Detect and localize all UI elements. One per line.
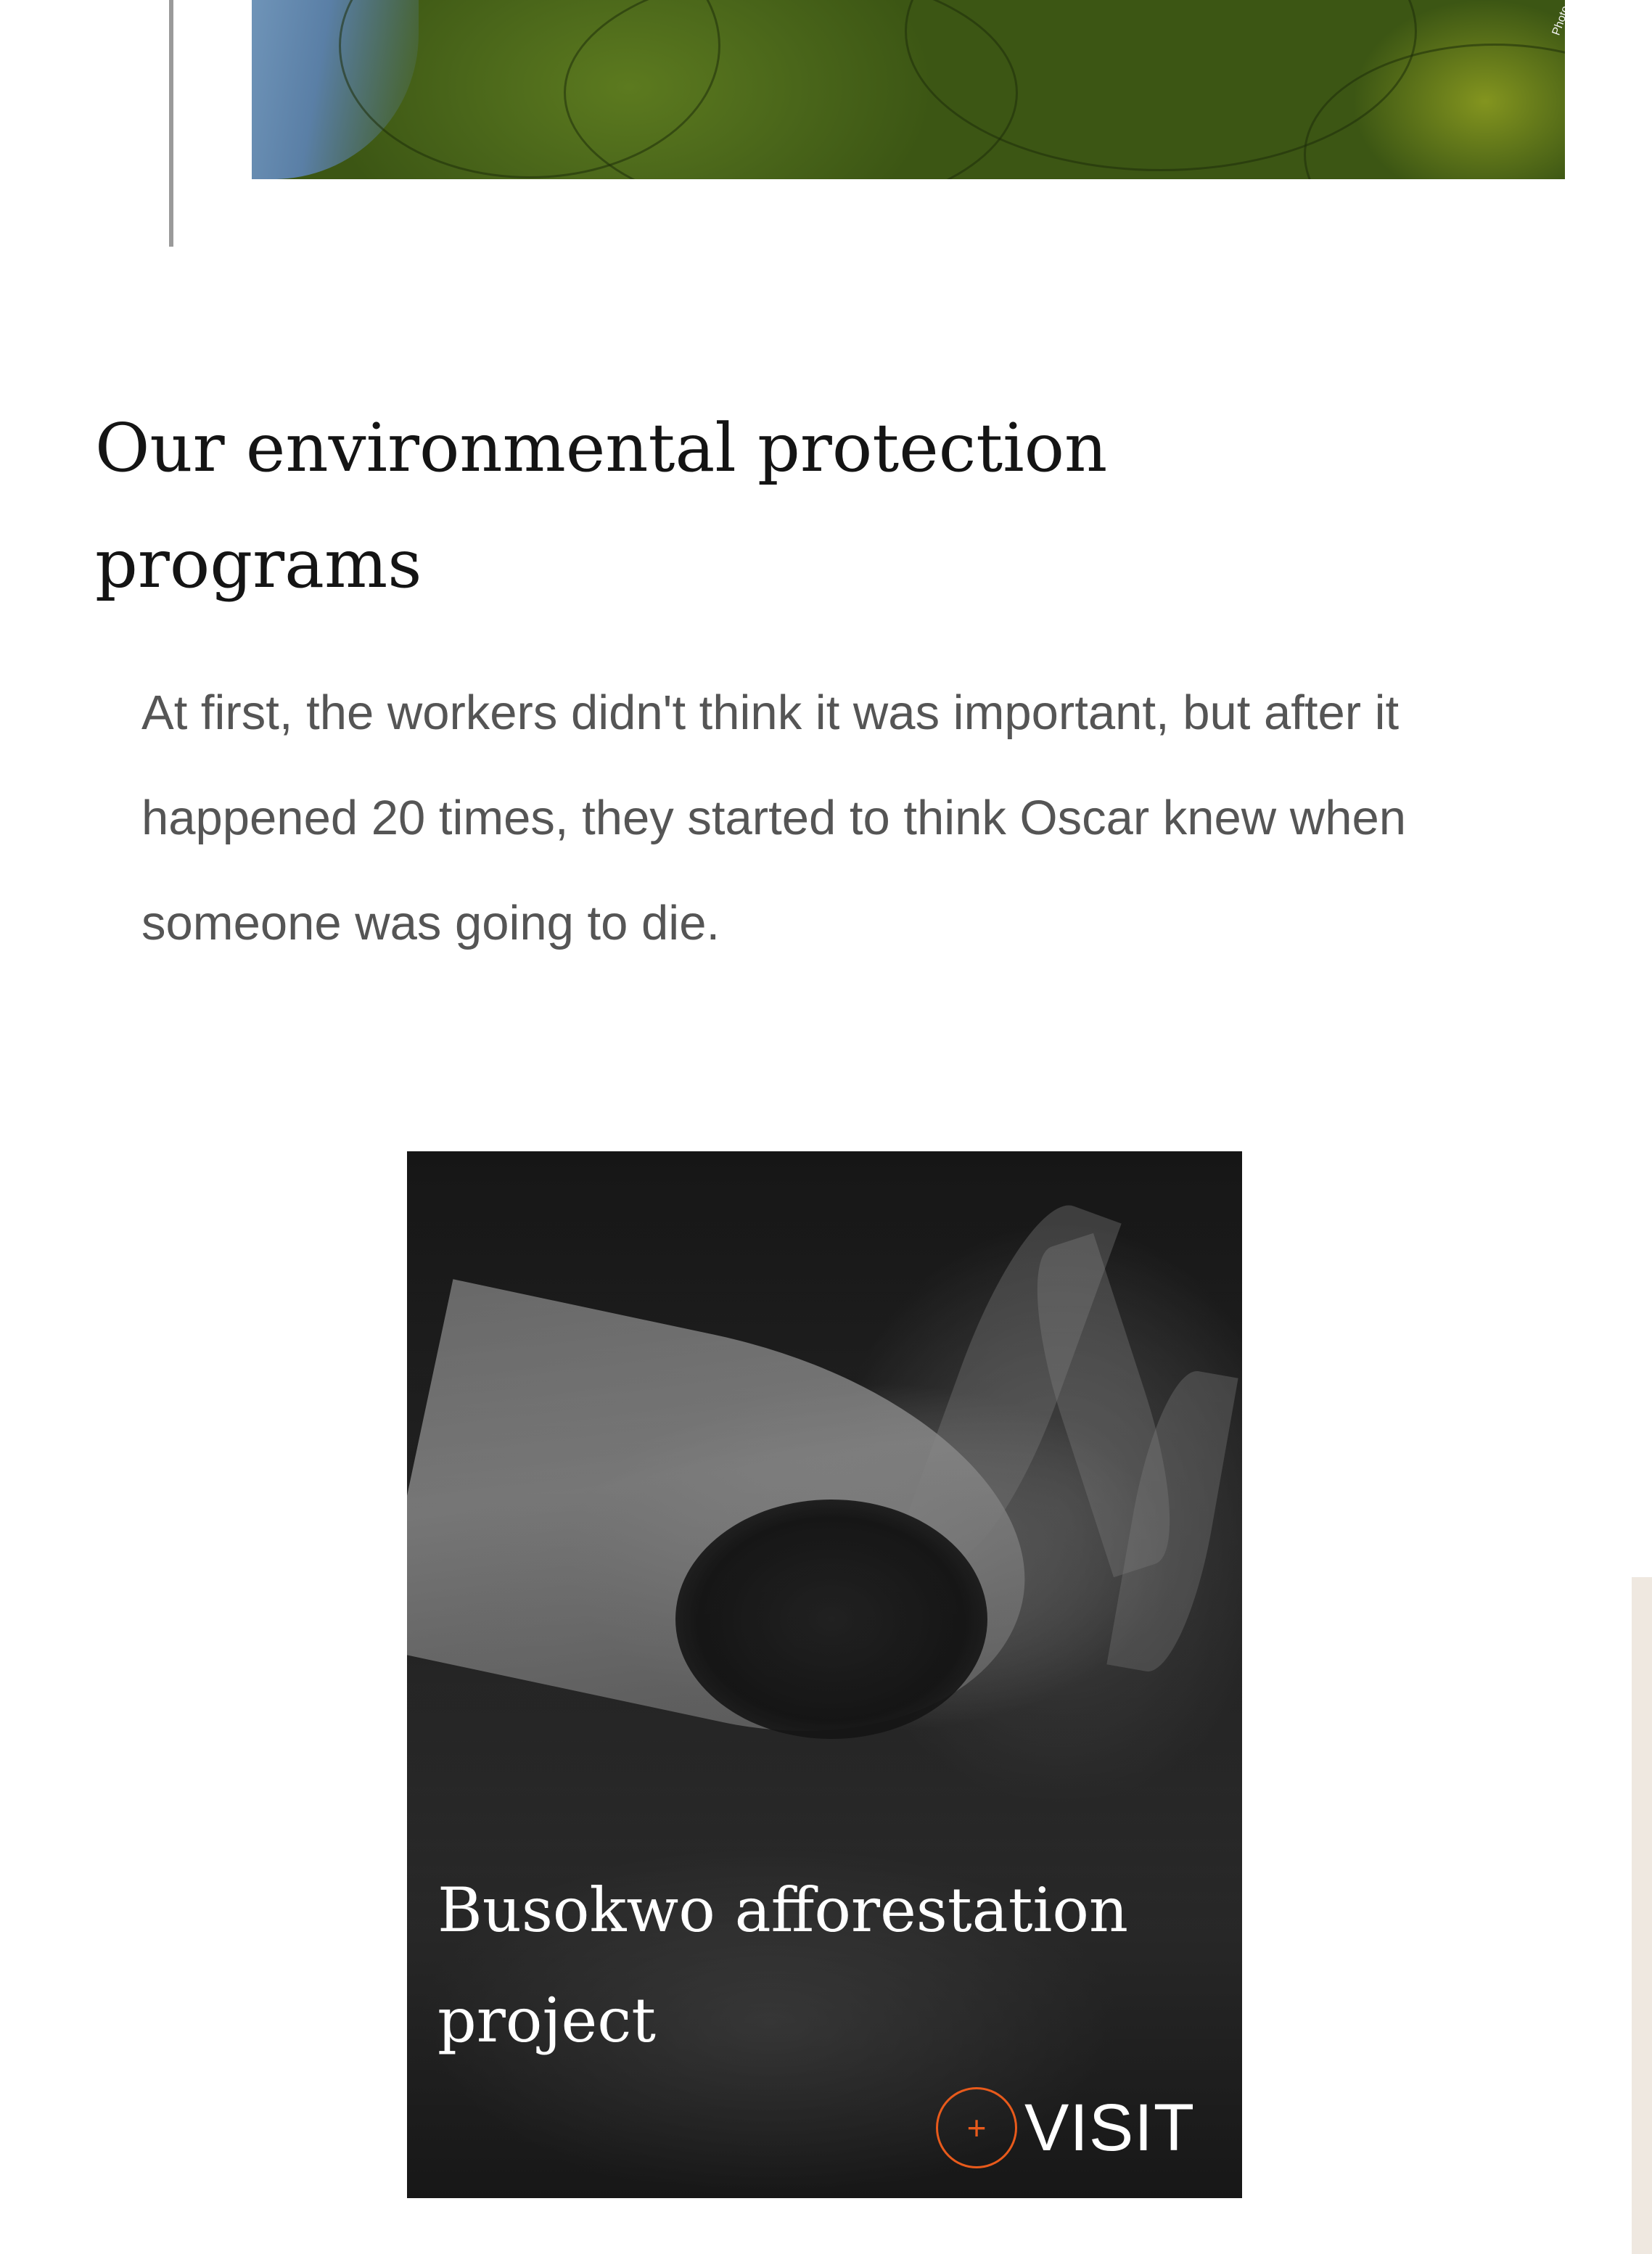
visit-button[interactable]: + VISIT — [936, 2085, 1195, 2171]
lily-pad-photo: Photo — [252, 0, 1565, 179]
visit-label: VISIT — [1024, 2090, 1196, 2165]
accent-line — [169, 0, 173, 247]
plus-circle-icon: + — [936, 2087, 1017, 2168]
program-card[interactable]: Busokwo afforestation project + VISIT — [407, 1151, 1242, 2198]
side-panel-strip — [1632, 1577, 1652, 2254]
program-title: Busokwo afforestation project — [437, 1875, 1129, 2056]
photo-credit: Photo — [1550, 4, 1565, 38]
section-description: At first, the workers didn't think it wa… — [141, 686, 1406, 950]
section-title: Our environmental protection programs — [95, 409, 1108, 603]
